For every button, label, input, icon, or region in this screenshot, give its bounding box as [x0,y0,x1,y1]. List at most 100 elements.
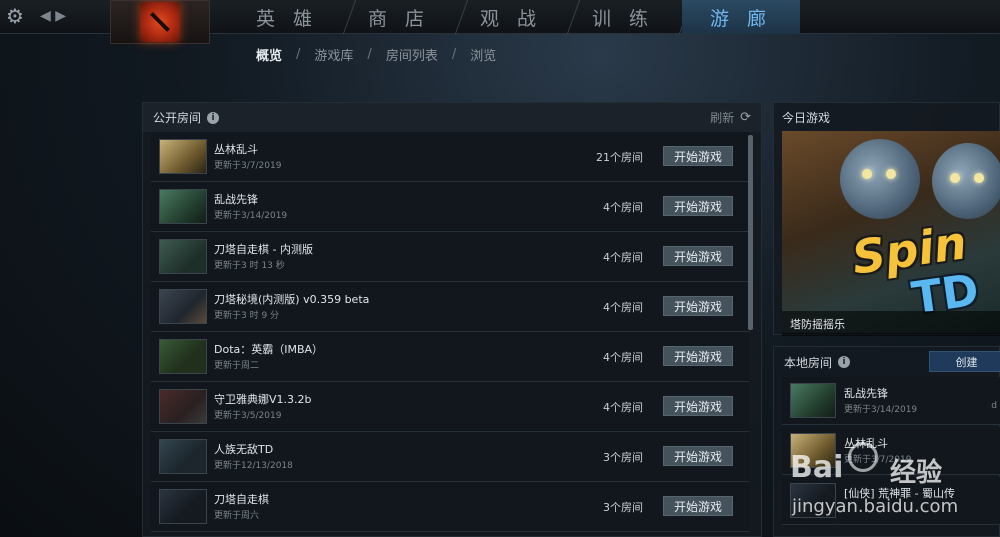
room-count: 4个房间 [603,351,643,364]
dota-logo-icon [140,2,180,42]
list-item[interactable]: 丛林乱斗 更新于3/7/2019 [782,427,1000,475]
start-game-button[interactable]: 开始游戏 [663,496,733,516]
list-item[interactable]: 丛林乱斗 更新于3/7/2019 21个房间 开始游戏 [151,132,749,182]
game-updated: 更新于3/7/2019 [214,161,282,171]
game-updated: 更新于3 时 9 分 [214,311,280,321]
ogre-head-right [932,143,1000,219]
gear-icon[interactable]: ⚙ [2,3,28,29]
game-thumbnail [159,389,207,424]
featured-game-caption: 塔防摇摇乐 [782,311,1000,336]
game-updated: 更新于3/14/2019 [214,211,288,221]
game-name: 刀塔秘境(内测版) v0.359 beta [214,293,370,306]
game-name: 乱战先锋 [844,387,888,400]
game-name: 刀塔自走棋 [214,493,269,506]
game-updated: 更新于3/7/2019 [844,455,912,465]
room-count: 3个房间 [603,501,643,514]
game-thumbnail [159,489,207,524]
start-game-button[interactable]: 开始游戏 [663,346,733,366]
subnav-room-list[interactable]: 房间列表 [378,45,446,64]
public-rooms-title: 公开房间 [153,111,202,125]
today-game-panel: 今日游戏 Spin TD 塔防摇摇乐 [773,102,1000,336]
ogre-eye [974,173,984,183]
tab-arcade[interactable]: 游 廊 [682,0,800,34]
game-name: Dota：英霸（IMBA） [214,343,324,356]
game-thumbnail [159,439,207,474]
room-count: 4个房间 [603,301,643,314]
game-thumbnail [159,339,207,374]
game-updated: 更新于3 时 13 秒 [214,261,285,271]
start-game-button[interactable]: 开始游戏 [663,446,733,466]
info-icon[interactable]: i [207,111,220,124]
game-updated: 更新于周六 [214,511,260,521]
game-name: 人族无敌TD [214,443,274,456]
room-count: 4个房间 [603,401,643,414]
create-room-button[interactable]: 创建 [929,351,1000,372]
tab-heroes[interactable]: 英 雄 [228,0,346,34]
room-count: 4个房间 [603,201,643,214]
arcade-subnav: 概览 / 游戏库 / 房间列表 / 浏览 [248,44,504,64]
ogre-eye [950,173,960,183]
subnav-overview[interactable]: 概览 [248,45,290,64]
list-item[interactable]: [仙侠] 荒神罪 - 蜀山传 [782,477,1000,525]
game-updated: 更新于周二 [214,361,260,371]
ogre-eye [862,169,872,179]
today-game-title: 今日游戏 [782,110,831,125]
subnav-separator: / [296,46,301,62]
game-name: 丛林乱斗 [214,143,258,156]
room-count: 3个房间 [603,451,643,464]
list-item[interactable]: 刀塔秘境(内测版) v0.359 beta 更新于3 时 9 分 4个房间 开始… [151,282,749,332]
game-thumbnail [159,139,207,174]
refresh-icon: ⟳ [740,110,751,125]
refresh-button[interactable]: 刷新 ⟳ [710,109,751,126]
list-item[interactable]: 刀塔自走棋 更新于周六 3个房间 开始游戏 [151,482,749,532]
row-trailing-text: d [991,401,997,411]
list-item[interactable]: 乱战先锋 更新于3/14/2019 4个房间 开始游戏 [151,182,749,232]
subnav-separator: / [367,46,372,62]
public-rooms-list: 丛林乱斗 更新于3/7/2019 21个房间 开始游戏 乱战先锋 更新于3/14… [151,132,749,532]
game-updated: 更新于12/13/2018 [214,461,293,471]
public-rooms-header: 公开房间 i 刷新 ⟳ [143,103,761,132]
start-game-button[interactable]: 开始游戏 [663,246,733,266]
refresh-label: 刷新 [710,111,735,125]
room-count: 21个房间 [596,151,643,164]
info-icon[interactable]: i [838,356,851,368]
game-name: 丛林乱斗 [844,437,888,450]
room-count: 4个房间 [603,251,643,264]
featured-game-image[interactable]: Spin TD [782,131,1000,333]
start-game-button[interactable]: 开始游戏 [663,146,733,166]
back-arrow-icon[interactable]: ◀ ▶ [38,4,68,28]
game-thumbnail [159,189,207,224]
game-updated: 更新于3/5/2019 [214,411,282,421]
tab-store[interactable]: 商 店 [340,0,458,34]
local-rooms-title: 本地房间 [784,355,833,370]
game-thumbnail [790,483,836,518]
tab-learn[interactable]: 训 练 [564,0,682,34]
list-item[interactable]: 守卫雅典娜V1.3.2b 更新于3/5/2019 4个房间 开始游戏 [151,382,749,432]
ogre-head-left [840,139,920,219]
list-item[interactable]: 乱战先锋 更新于3/14/2019 d [782,377,1000,425]
game-thumbnail [790,433,836,468]
game-updated: 更新于3/14/2019 [844,405,918,415]
start-game-button[interactable]: 开始游戏 [663,396,733,416]
list-item[interactable]: Dota：英霸（IMBA） 更新于周二 4个房间 开始游戏 [151,332,749,382]
list-item[interactable]: 人族无敌TD 更新于12/13/2018 3个房间 开始游戏 [151,432,749,482]
public-rooms-panel: 公开房间 i 刷新 ⟳ 丛林乱斗 更新于3/7/2019 21个房间 开始游戏 … [142,102,762,537]
game-name: [仙侠] 荒神罪 - 蜀山传 [844,487,956,500]
game-name: 刀塔自走棋 - 内测版 [214,243,313,256]
start-game-button[interactable]: 开始游戏 [663,296,733,316]
game-thumbnail [159,239,207,274]
local-rooms-panel: 本地房间 i 创建 乱战先锋 更新于3/14/2019 d 丛林乱斗 更新于3/… [773,346,1000,537]
game-name: 守卫雅典娜V1.3.2b [214,393,312,406]
subnav-library[interactable]: 游戏库 [306,45,361,64]
game-thumbnail [790,383,836,418]
scrollbar[interactable] [748,135,753,330]
list-item[interactable]: 刀塔自走棋 - 内测版 更新于3 时 13 秒 4个房间 开始游戏 [151,232,749,282]
subnav-separator: / [451,46,457,62]
dota-logo[interactable] [110,0,210,44]
game-name: 乱战先锋 [214,193,258,206]
start-game-button[interactable]: 开始游戏 [663,196,733,216]
tab-watch[interactable]: 观 战 [452,0,570,34]
ogre-eye [886,169,896,179]
subnav-browse[interactable]: 浏览 [462,45,504,64]
game-thumbnail [159,289,207,324]
